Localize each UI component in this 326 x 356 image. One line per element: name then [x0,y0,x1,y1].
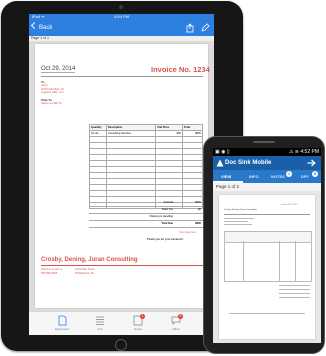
mini-rule [279,285,310,286]
status-icons: ▣ ◉ ▯ [215,149,230,155]
share-icon[interactable] [185,23,195,33]
mini-col-line [243,241,244,281]
phone-screen: ▣ ◉ ▯ ⚠ ≋ 4:52 PM Doc Sink Mobile VIEW I… [213,148,321,343]
back-button[interactable]: Back [30,21,53,33]
invoice-thumbnail: Crosby, Dening, Juran Consulting Invoice… [219,195,315,339]
dff-badge: 5 [312,171,318,177]
mini-rule [224,218,254,219]
tab-dff[interactable]: DFF [301,170,309,183]
invoice-date: Oct 29, 2014 [41,66,76,73]
thanks-text: Thank you for your business! [147,238,184,241]
mini-rule [279,293,310,294]
phone-status-bar: ▣ ◉ ▯ ⚠ ≋ 4:52 PM [213,148,321,156]
mini-col-line [295,241,296,281]
tablet-screen: iPad ᯤ 4:54 PM Back Page 1 of 1 Oct 29, … [29,14,214,335]
invoice-title: Invoice No. 1234 [151,65,210,74]
company-name: Crosby, Dening, Juran Consulting [41,257,138,263]
mini-company: Crosby, Dening, Juran Consulting [224,209,257,211]
phone-speaker [253,141,275,143]
mini-rule [279,289,310,290]
notes-badge: 1 [286,171,292,177]
tab-document[interactable]: Document [47,315,77,331]
summary-rule [89,227,203,228]
pen-icon[interactable] [200,23,210,33]
mini-rule [224,214,310,215]
mini-rule [224,224,252,225]
tab-label: Document [55,327,69,331]
status-right: ⚠ ≋ 4:52 PM [288,149,319,155]
app-logo-icon [216,159,224,167]
mini-rule [279,297,310,298]
header-rule [41,76,203,77]
tab-label: Other [172,327,180,331]
tab-info[interactable]: Info [85,315,115,331]
tablet-tab-bar: Document Info 1 Notes 5 Other [29,311,214,335]
chevron-left-icon [30,21,39,30]
your-name: Your name here [179,231,196,234]
items-table: Quantity Description Unit Price Total 16… [89,124,203,209]
tablet-camera [119,5,123,9]
list-icon [96,316,104,325]
phone-action-bar: Doc Sink Mobile [213,156,321,170]
tab-other[interactable]: 5 Other [161,314,191,331]
back-label: Back [39,25,53,31]
tab-notes[interactable]: NOTES [271,170,285,183]
mini-col-line [279,241,280,281]
company-rule [41,265,203,266]
notes-badge: 1 [140,314,145,319]
mini-rule [229,313,305,314]
tablet-nav-bar: Back [29,20,214,36]
arrow-right-icon[interactable] [307,159,316,167]
company-contact-2: 555-555-5555 [41,271,58,275]
home-button[interactable] [115,339,127,351]
document-icon [58,315,66,326]
tab-label: Info [97,327,103,331]
mini-invoice-title: Invoice No. 1234 [281,204,298,206]
app-title: Doc Sink Mobile [225,160,272,166]
company-addr-2: Philadelphia, PA [75,271,94,275]
tab-label: Notes [134,327,142,331]
page-indicator-bar: Page 1 of 2 [213,183,321,191]
to-line-3: Laguna Hills, CA [41,90,64,94]
mini-rule [224,221,248,222]
other-badge: 5 [178,314,183,319]
page-indicator: Page 1 of 2 [216,184,240,189]
mini-table-body [224,241,312,282]
tab-info[interactable]: INFO [249,170,259,183]
tab-notes[interactable]: 1 Notes [123,314,153,331]
ship-line-1: Same as Bill To [41,101,62,105]
